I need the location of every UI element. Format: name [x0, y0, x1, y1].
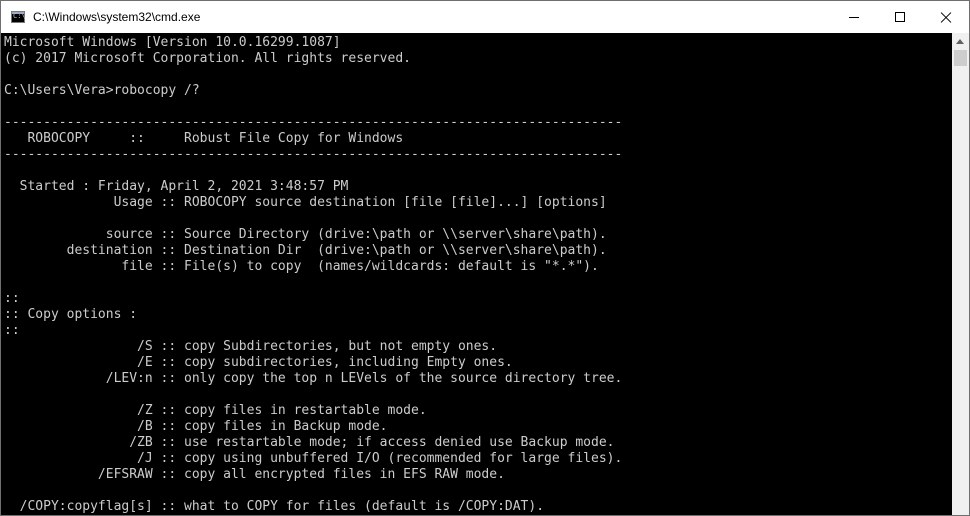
minimize-button[interactable] — [831, 1, 877, 33]
console-output[interactable]: Microsoft Windows [Version 10.0.16299.10… — [1, 33, 952, 515]
cmd-icon-glyph: C:\ — [13, 12, 26, 20]
console-line: ----------------------------------------… — [4, 115, 623, 130]
console-line: /B :: copy files in Backup mode. — [4, 419, 388, 434]
console-line: :: — [4, 291, 20, 306]
console-line: C:\Users\Vera>robocopy /? — [4, 83, 200, 98]
minimize-icon — [849, 17, 859, 18]
console-line: /ZB :: use restartable mode; if access d… — [4, 435, 615, 450]
maximize-icon — [895, 12, 905, 22]
vertical-scrollbar[interactable] — [952, 33, 969, 515]
cmd-window: C:\ C:\Windows\system32\cmd.exe Microsof… — [0, 0, 970, 516]
title-bar[interactable]: C:\ C:\Windows\system32\cmd.exe — [1, 1, 969, 33]
console-line: /LEV:n :: only copy the top n LEVels of … — [4, 371, 623, 386]
console-line: /E :: copy subdirectories, including Emp… — [4, 355, 513, 370]
console-line: source :: Source Directory (drive:\path … — [4, 227, 607, 242]
console-line: /J :: copy using unbuffered I/O (recomme… — [4, 451, 623, 466]
console-line: ROBOCOPY :: Robust File Copy for Windows — [4, 131, 404, 146]
cmd-icon[interactable]: C:\ — [11, 11, 26, 23]
scroll-up-arrow-icon — [956, 39, 964, 44]
console-line: /EFSRAW :: copy all encrypted files in E… — [4, 467, 505, 482]
console-line: Usage :: ROBOCOPY source destination [fi… — [4, 195, 607, 210]
console-line: /S :: copy Subdirectories, but not empty… — [4, 339, 498, 354]
console-line: /Z :: copy files in restartable mode. — [4, 403, 427, 418]
console-line: :: — [4, 323, 20, 338]
scroll-thumb[interactable] — [954, 50, 967, 66]
window-title: C:\Windows\system32\cmd.exe — [33, 10, 201, 24]
console-line: :: Copy options : — [4, 307, 138, 322]
console-line: Started : Friday, April 2, 2021 3:48:57 … — [4, 179, 349, 194]
console-line: (c) 2017 Microsoft Corporation. All righ… — [4, 51, 411, 66]
console-line: /COPY:copyflag[s] :: what to COPY for fi… — [4, 499, 545, 514]
console-line: destination :: Destination Dir (drive:\p… — [4, 243, 607, 258]
maximize-button[interactable] — [877, 1, 923, 33]
console-line: file :: File(s) to copy (names/wildcards… — [4, 259, 599, 274]
console-text[interactable]: Microsoft Windows [Version 10.0.16299.10… — [1, 33, 952, 515]
close-button[interactable] — [923, 1, 969, 33]
scroll-up-button[interactable] — [952, 33, 969, 50]
console-line: Microsoft Windows [Version 10.0.16299.10… — [4, 35, 341, 50]
console-line: ----------------------------------------… — [4, 147, 623, 162]
